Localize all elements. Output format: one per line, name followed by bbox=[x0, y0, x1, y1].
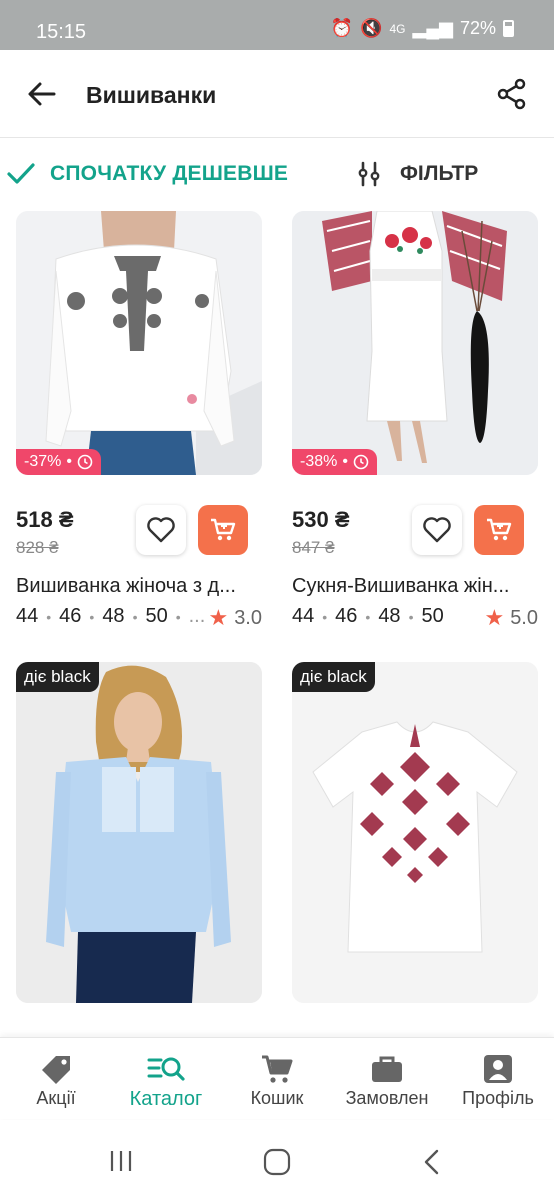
size-option: 44 bbox=[292, 605, 315, 627]
add-to-cart-button[interactable] bbox=[474, 505, 524, 555]
add-to-cart-button[interactable] bbox=[198, 505, 248, 555]
status-time: 15:15 bbox=[36, 21, 87, 43]
home-icon[interactable] bbox=[263, 1148, 291, 1181]
heart-icon bbox=[423, 517, 451, 543]
nav-item-profile[interactable]: Профіль bbox=[443, 1052, 553, 1109]
battery-percent: 72% bbox=[459, 18, 496, 38]
size-option: 48 bbox=[102, 605, 125, 627]
nav-label: Замовлен bbox=[345, 1088, 429, 1108]
product-image[interactable]: -37% • bbox=[16, 211, 262, 475]
product-name: Вишиванка жіноча з д... bbox=[16, 575, 236, 597]
nav-label: Профіль bbox=[462, 1088, 534, 1108]
filter-label: ФІЛЬТР bbox=[400, 162, 479, 185]
product-price: 530 ₴ bbox=[292, 507, 350, 532]
clock-icon bbox=[353, 454, 369, 470]
discount-value: -37% bbox=[24, 453, 62, 470]
discount-badge: -37% • bbox=[16, 449, 101, 475]
filter-sliders-icon bbox=[358, 161, 380, 187]
favorite-button[interactable] bbox=[412, 505, 462, 555]
product-old-price: 828 ₴ bbox=[16, 538, 59, 557]
share-icon[interactable] bbox=[496, 78, 528, 110]
favorite-button[interactable] bbox=[136, 505, 186, 555]
recent-apps-icon[interactable] bbox=[108, 1148, 134, 1179]
alarm-icon: ⏰ bbox=[330, 18, 354, 38]
size-option: 50 bbox=[145, 605, 168, 627]
nav-item-cart[interactable]: Кошик bbox=[222, 1052, 332, 1109]
discount-value: -38% bbox=[300, 453, 338, 470]
size-option: 46 bbox=[59, 605, 82, 627]
check-icon bbox=[7, 163, 35, 184]
size-option: 46 bbox=[335, 605, 358, 627]
rating-value: 3.0 bbox=[234, 606, 262, 629]
sort-filter-bar: СПОЧАТКУ ДЕШЕВШЕ ФІЛЬТР bbox=[0, 139, 554, 211]
product-grid: -37% • 518 ₴ 828 ₴ Вишиванка жіноча з д.… bbox=[0, 211, 554, 1037]
product-price: 518 ₴ bbox=[16, 507, 74, 532]
system-navigation-bar bbox=[0, 1120, 554, 1200]
mute-icon: 🔇 bbox=[360, 18, 383, 38]
product-image[interactable]: діє black bbox=[16, 662, 262, 1003]
battery-icon bbox=[503, 20, 514, 37]
star-icon: ★ bbox=[208, 605, 229, 630]
network-label: 4G bbox=[389, 21, 406, 36]
status-icons: ⏰ 🔇 4G ▂▄▆ 72% bbox=[331, 18, 514, 39]
cart-icon bbox=[222, 1052, 332, 1086]
nav-item-orders[interactable]: Замовлен bbox=[332, 1052, 442, 1109]
sort-label: СПОЧАТКУ ДЕШЕВШЕ bbox=[50, 162, 289, 185]
discount-badge: -38% • bbox=[292, 449, 377, 475]
size-option: 50 bbox=[421, 605, 444, 627]
nav-label: Каталог bbox=[129, 1088, 203, 1110]
nav-label: Кошик bbox=[250, 1088, 304, 1108]
bullet-separator: • bbox=[342, 453, 348, 470]
clock-icon bbox=[77, 454, 93, 470]
product-rating: ★ 5.0 bbox=[484, 605, 538, 631]
product-old-price: 847 ₴ bbox=[292, 538, 335, 557]
signal-icon: ▂▄▆ bbox=[412, 18, 453, 38]
profile-icon bbox=[443, 1052, 553, 1086]
status-bar: 15:15 ⏰ 🔇 4G ▂▄▆ 72% bbox=[0, 0, 554, 50]
tag-icon bbox=[1, 1052, 111, 1086]
product-rating: ★ 3.0 bbox=[208, 605, 262, 631]
nav-label: Акції bbox=[36, 1088, 76, 1108]
sort-button[interactable]: СПОЧАТКУ ДЕШЕВШЕ bbox=[6, 161, 288, 187]
size-option: 48 bbox=[378, 605, 401, 627]
back-arrow-icon[interactable] bbox=[24, 76, 60, 112]
product-sizes: 44 • 46 • 48 • 50 bbox=[292, 605, 444, 627]
cart-icon bbox=[211, 518, 236, 541]
filter-button[interactable]: ФІЛЬТР bbox=[358, 161, 478, 187]
bottom-navigation: Акції Каталог Кошик Замовлен Профіль bbox=[0, 1037, 554, 1119]
cart-icon bbox=[487, 518, 512, 541]
briefcase-icon bbox=[332, 1052, 442, 1086]
product-sizes: 44 • 46 • 48 • 50 • ... bbox=[16, 605, 206, 627]
back-icon[interactable] bbox=[420, 1148, 444, 1181]
product-image[interactable]: -38% • bbox=[292, 211, 538, 475]
star-icon: ★ bbox=[484, 605, 505, 630]
nav-item-catalog[interactable]: Каталог bbox=[111, 1052, 221, 1111]
product-name: Сукня-Вишиванка жін... bbox=[292, 575, 510, 597]
catalog-search-icon bbox=[111, 1052, 221, 1086]
rating-value: 5.0 bbox=[510, 606, 538, 629]
page-title: Вишиванки bbox=[86, 82, 217, 108]
size-more: ... bbox=[188, 605, 206, 627]
app-bar: Вишиванки bbox=[0, 50, 554, 138]
bullet-separator: • bbox=[66, 453, 72, 470]
promo-badge: діє black bbox=[16, 662, 99, 692]
product-image[interactable]: діє black bbox=[292, 662, 538, 1003]
nav-item-promotions[interactable]: Акції bbox=[1, 1052, 111, 1109]
heart-icon bbox=[147, 517, 175, 543]
size-option: 44 bbox=[16, 605, 39, 627]
promo-badge: діє black bbox=[292, 662, 375, 692]
